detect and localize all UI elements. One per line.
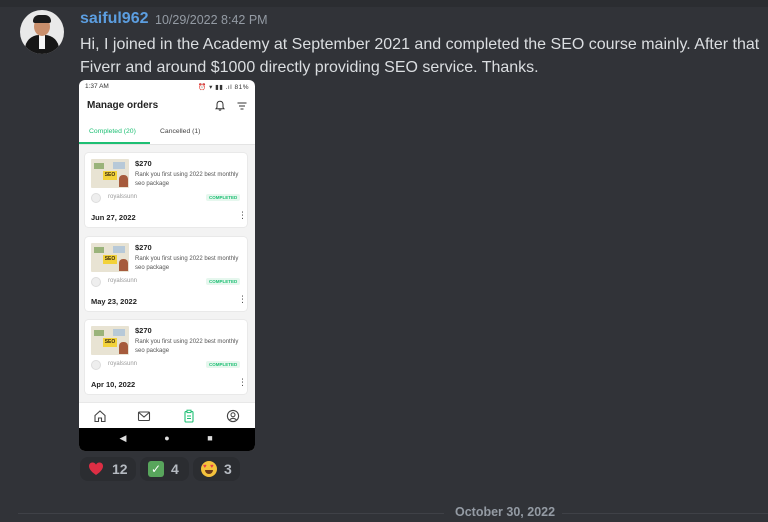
- date-divider: October 30, 2022: [455, 505, 556, 519]
- filter-icon: [237, 102, 247, 110]
- seller-avatar: [91, 360, 101, 370]
- reaction-heart[interactable]: 12: [80, 457, 136, 481]
- divider-line: [18, 513, 444, 514]
- message-line: Hi, I joined in the Academy at September…: [80, 36, 760, 53]
- avatar[interactable]: [20, 10, 64, 54]
- divider-line: [562, 513, 768, 514]
- order-date: Jun 27, 2022: [91, 213, 136, 222]
- gig-thumbnail: SEO: [91, 243, 129, 272]
- status-time: 1:37 AM: [85, 83, 109, 90]
- bell-icon: [215, 100, 225, 111]
- seller-avatar: [91, 277, 101, 287]
- order-date: May 23, 2022: [91, 297, 137, 306]
- page-title: Manage orders: [87, 100, 159, 111]
- check-mark-icon: ✓: [148, 461, 164, 477]
- home-button-icon: ●: [164, 433, 170, 443]
- order-card: SEO $270 Rank you first using 2022 best …: [85, 153, 247, 227]
- order-card: SEO $270 Rank you first using 2022 best …: [85, 237, 247, 311]
- reaction-count: 3: [224, 461, 232, 477]
- gig-title: Rank you first using 2022 best monthly s…: [135, 172, 239, 187]
- order-price: $270: [135, 326, 152, 335]
- profile-icon: [226, 409, 240, 423]
- status-badge: COMPLETED: [206, 278, 241, 285]
- seller-avatar: [91, 193, 101, 203]
- system-nav-bar: ◀ ● ■: [79, 428, 255, 451]
- reaction-check[interactable]: ✓ 4: [140, 457, 189, 481]
- bottom-nav: [79, 402, 255, 429]
- image-attachment[interactable]: 1:37 AM ⏰ ▾ ▮▮ .ıl 81% Manage orders Com…: [79, 80, 255, 451]
- status-badge: COMPLETED: [206, 361, 241, 368]
- recents-icon: ■: [207, 433, 213, 443]
- orders-icon: [184, 409, 194, 423]
- seller-name: royalssunn: [108, 361, 138, 367]
- gig-thumbnail: SEO: [91, 326, 129, 355]
- order-price: $270: [135, 243, 152, 252]
- status-icons: ⏰ ▾ ▮▮ .ıl 81%: [198, 84, 249, 91]
- tab-cancelled: Cancelled (1): [160, 128, 201, 135]
- more-options-icon: ⋮: [238, 377, 247, 387]
- active-tab-indicator: [79, 142, 150, 144]
- username[interactable]: saiful962: [80, 10, 148, 28]
- reaction-count: 4: [171, 461, 179, 477]
- more-options-icon: ⋮: [238, 210, 247, 220]
- seller-name: royalssunn: [108, 194, 138, 200]
- tab-completed: Completed (20): [89, 128, 136, 135]
- reaction-count: 12: [112, 461, 128, 477]
- home-icon: [94, 410, 106, 423]
- seller-name: royalssunn: [108, 278, 138, 284]
- top-strip: [0, 0, 768, 7]
- heart-eyes-icon: ♥ ♥: [201, 461, 217, 477]
- order-date: Apr 10, 2022: [91, 380, 136, 389]
- more-options-icon: ⋮: [238, 294, 247, 304]
- back-icon: ◀: [119, 433, 127, 443]
- reaction-heart-eyes[interactable]: ♥ ♥ 3: [193, 457, 240, 481]
- status-bar: 1:37 AM ⏰ ▾ ▮▮ .ıl 81%: [79, 80, 255, 92]
- mail-icon: [137, 411, 151, 422]
- message-line: Fiverr and around $1000 directly providi…: [80, 59, 539, 76]
- message-content: Hi, I joined in the Academy at September…: [80, 33, 768, 79]
- red-heart-icon: [89, 462, 103, 475]
- gig-title: Rank you first using 2022 best monthly s…: [135, 339, 239, 354]
- gig-thumbnail: SEO: [91, 159, 129, 188]
- status-badge: COMPLETED: [206, 194, 241, 201]
- order-price: $270: [135, 159, 152, 168]
- order-card: SEO $270 Rank you first using 2022 best …: [85, 320, 247, 394]
- gig-title: Rank you first using 2022 best monthly s…: [135, 256, 239, 271]
- message-timestamp: 10/29/2022 8:42 PM: [155, 13, 268, 27]
